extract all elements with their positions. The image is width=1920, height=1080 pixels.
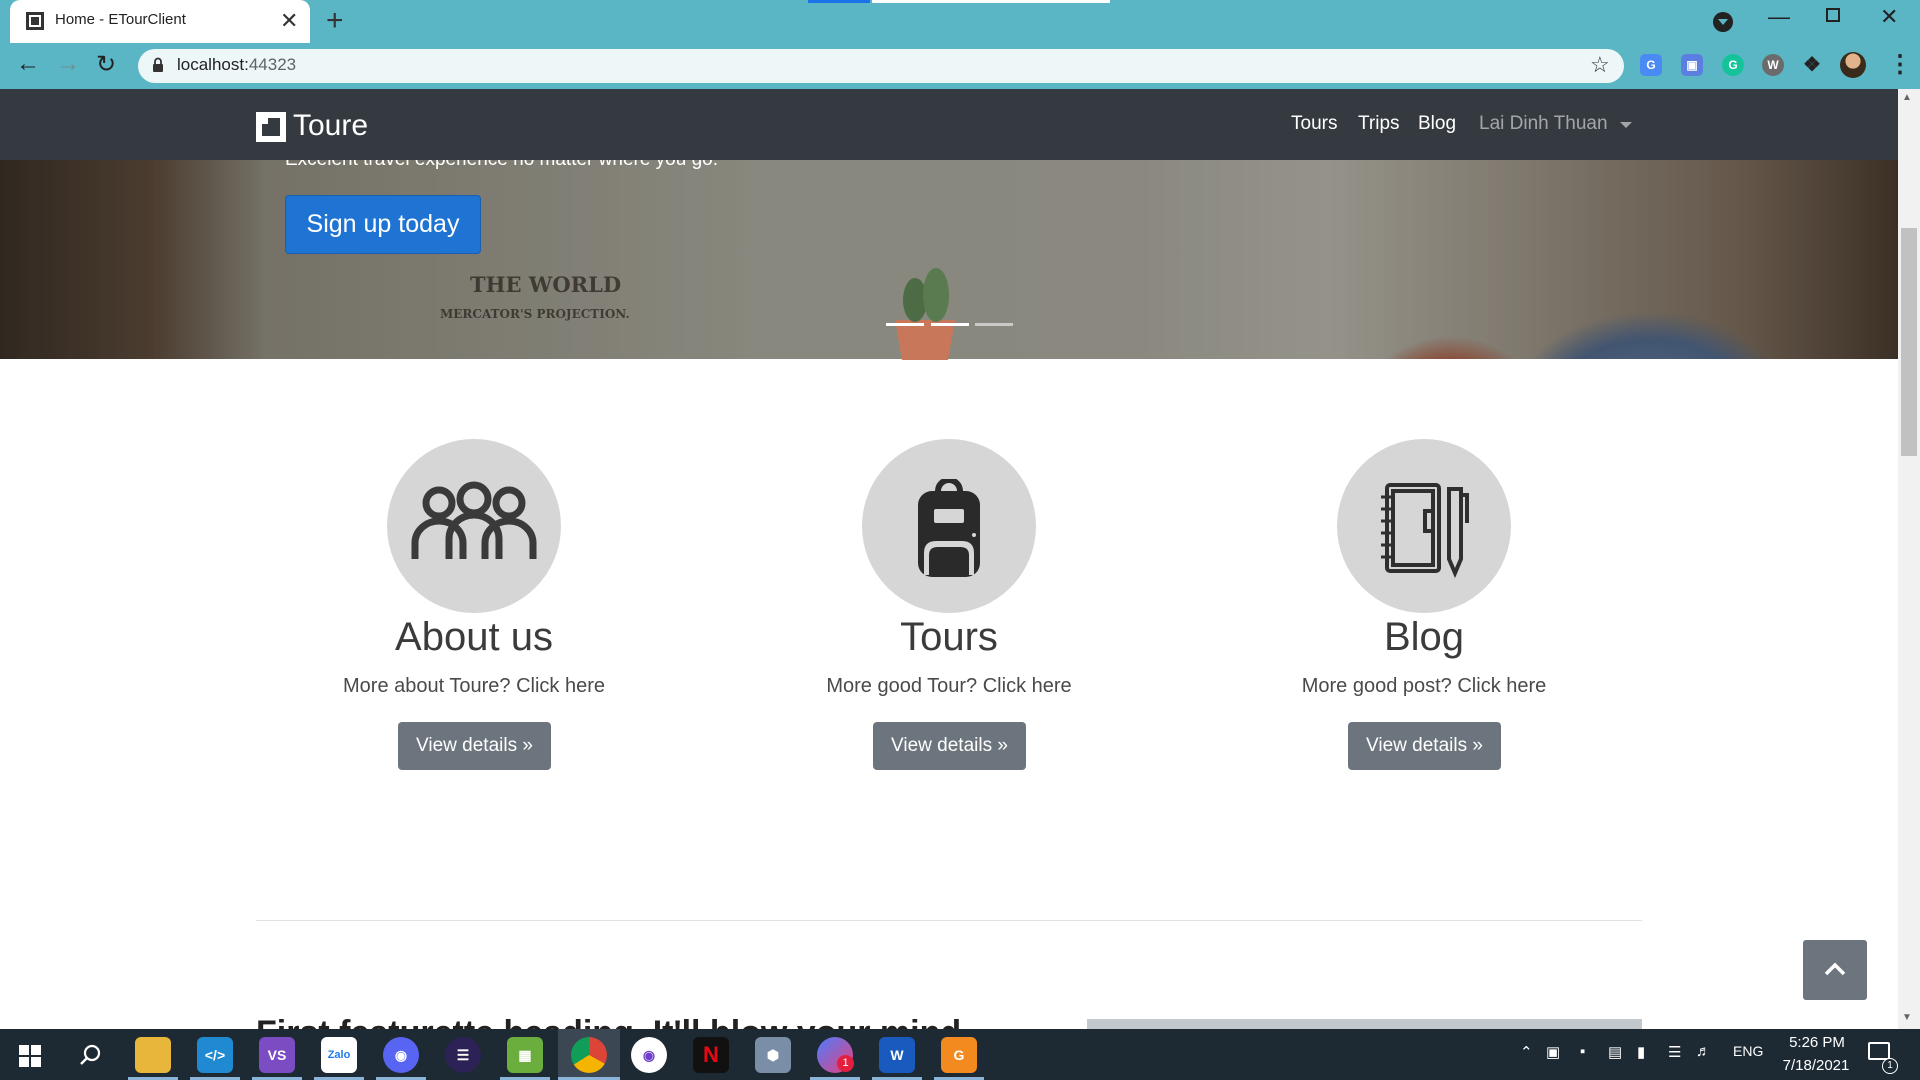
vscode-icon[interactable]: </> [197, 1037, 233, 1073]
view-details-about-button[interactable]: View details » [398, 722, 551, 770]
volume-icon[interactable]: ♬ [1696, 1043, 1711, 1060]
sign-up-button[interactable]: Sign up today [285, 195, 481, 254]
lock-icon [153, 57, 163, 72]
map-title: THE WORLD [470, 272, 622, 297]
address-bar[interactable] [138, 49, 1624, 83]
featurette-image [1087, 1019, 1642, 1029]
notification-count-badge: 1 [1882, 1058, 1898, 1074]
feature-title-blog: Blog [1383, 615, 1465, 659]
site-favicon-icon [26, 12, 44, 30]
brand-logo-icon[interactable] [256, 112, 286, 142]
app-cube-icon[interactable]: ⬢ [755, 1037, 791, 1073]
notification-center-icon[interactable] [1868, 1042, 1890, 1060]
tab-search-icon[interactable] [1713, 12, 1733, 32]
bookmark-star-icon[interactable]: ☆ [1590, 52, 1610, 78]
minimize-icon[interactable]: — [1768, 4, 1790, 30]
profile-avatar[interactable] [1840, 52, 1866, 78]
tab-title: Home - ETourClient [55, 11, 186, 28]
scroll-down-icon[interactable]: ▼ [1902, 1012, 1912, 1023]
back-icon[interactable]: ← [16, 50, 40, 78]
browser-menu-icon[interactable]: ⋮ [1888, 50, 1912, 79]
cactus-icon [895, 268, 955, 360]
reload-icon[interactable]: ↻ [96, 50, 116, 79]
tours-circle [862, 439, 1036, 613]
feature-title-about: About us [395, 615, 553, 659]
word-icon[interactable]: W [879, 1037, 915, 1073]
netflix-icon[interactable]: N [693, 1037, 729, 1073]
user-dropdown[interactable]: Lai Dinh Thuan [1479, 113, 1608, 135]
view-details-tours-button[interactable]: View details » [873, 722, 1026, 770]
nav-link-blog[interactable]: Blog [1418, 113, 1456, 135]
blog-circle [1337, 439, 1511, 613]
brand-name[interactable]: Toure [293, 109, 368, 143]
grammarly-extension-icon[interactable]: G [1722, 54, 1744, 76]
discord-icon[interactable]: ◉ [383, 1037, 419, 1073]
forward-icon[interactable]: → [56, 50, 80, 78]
feature-desc-about: More about Toure? Click here [343, 675, 605, 697]
map-subtitle: MERCATOR'S PROJECTION. [440, 307, 630, 321]
chevron-up-icon [1824, 962, 1846, 976]
backpack-icon [918, 479, 980, 577]
translate-extension-icon[interactable]: G [1640, 54, 1662, 76]
restore-icon[interactable] [1826, 8, 1840, 22]
greenshot-icon[interactable]: ▦ [507, 1037, 543, 1073]
clock-time[interactable]: 5:26 PM [1787, 1034, 1847, 1051]
feature-desc-tours: More good Tour? Click here [826, 675, 1072, 697]
feature-title-tours: Tours [900, 615, 998, 659]
tray-meet-icon[interactable]: ▪ [1580, 1043, 1585, 1060]
search-icon[interactable] [78, 1043, 102, 1067]
people-icon [411, 481, 537, 559]
back-to-top-button[interactable] [1803, 940, 1867, 1000]
notebook-icon [1381, 483, 1469, 579]
chrome-icon[interactable] [571, 1037, 607, 1073]
tab-strip-highlight [872, 0, 1110, 3]
scroll-up-icon[interactable]: ▲ [1902, 92, 1912, 103]
eclipse-icon[interactable]: ☰ [445, 1037, 481, 1073]
url-text[interactable]: localhost:44323 [177, 55, 296, 75]
tray-app-icon[interactable]: ▣ [1546, 1043, 1560, 1061]
clock-date[interactable]: 7/18/2021 [1776, 1057, 1856, 1074]
wifi-icon[interactable]: ☰ [1668, 1043, 1681, 1061]
view-details-blog-button[interactable]: View details » [1348, 722, 1501, 770]
visual-studio-icon[interactable]: VS [259, 1037, 295, 1073]
chevron-down-icon[interactable] [1620, 122, 1632, 128]
carousel-indicator[interactable] [886, 323, 924, 326]
new-tab-button[interactable]: + [326, 4, 344, 38]
github-desktop-icon[interactable]: ◉ [631, 1037, 667, 1073]
featurette-heading: First featurette heading. It'll blow you… [256, 1014, 971, 1029]
carousel-indicator[interactable] [931, 323, 969, 326]
nav-link-tours[interactable]: Tours [1291, 113, 1337, 135]
tray-overflow-icon[interactable]: ⌃ [1520, 1043, 1533, 1061]
wappalyzer-extension-icon[interactable]: W [1762, 54, 1784, 76]
carousel-indicator[interactable] [975, 323, 1013, 326]
nav-link-trips[interactable]: Trips [1358, 113, 1400, 135]
file-explorer-icon[interactable] [135, 1037, 171, 1073]
section-divider [256, 920, 1642, 921]
windows-start-icon[interactable] [19, 1045, 41, 1067]
messenger-badge: 1 [837, 1055, 854, 1072]
close-tab-icon[interactable]: ✕ [280, 8, 298, 34]
language-indicator[interactable]: ENG [1733, 1043, 1763, 1059]
zalo-icon[interactable]: Zalo [321, 1037, 357, 1073]
extensions-puzzle-icon[interactable]: ❖ [1801, 54, 1823, 76]
about-us-circle [387, 439, 561, 613]
close-window-icon[interactable]: ✕ [1880, 4, 1898, 30]
url-host: localhost: [177, 55, 249, 74]
battery-icon[interactable]: ▮ [1637, 1043, 1645, 1061]
url-port: 44323 [248, 55, 297, 74]
screen-capture-extension-icon[interactable]: ▣ [1681, 54, 1703, 76]
tab-strip-highlight [808, 0, 870, 3]
feature-desc-blog: More good post? Click here [1301, 675, 1547, 697]
featurette-heading-clip: First featurette heading. It'll blow you… [256, 1014, 1016, 1029]
app-g-icon[interactable]: G [941, 1037, 977, 1073]
tray-app-icon[interactable]: ▤ [1608, 1043, 1622, 1061]
scrollbar-thumb[interactable] [1901, 228, 1917, 456]
